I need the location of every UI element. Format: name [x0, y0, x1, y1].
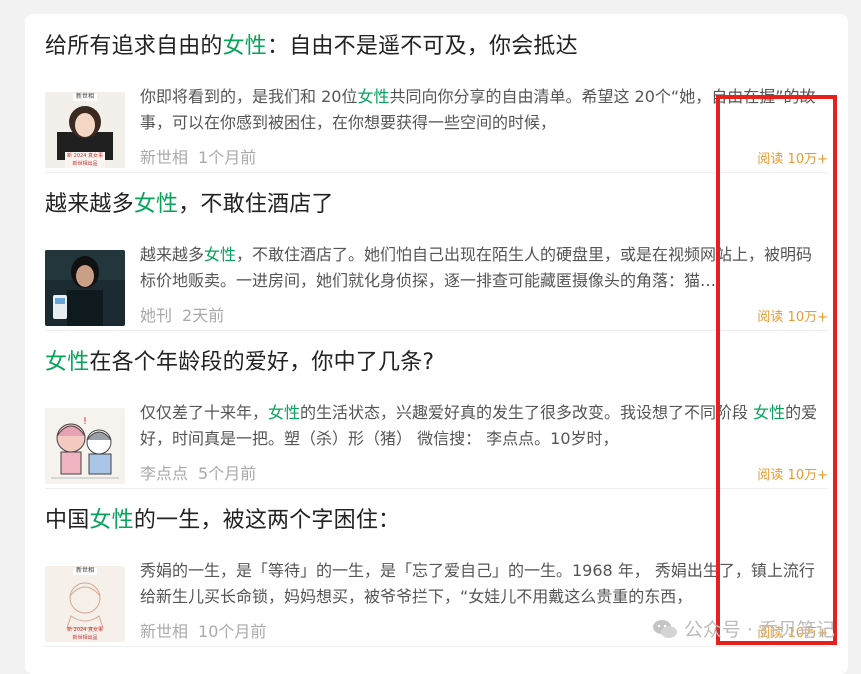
divider — [45, 488, 828, 489]
article-meta: 新世相 1个月前 — [140, 144, 256, 168]
thumb-label-top: 新世相 — [75, 93, 94, 100]
source-name[interactable]: 新世相 — [140, 622, 188, 641]
movie-still-image — [45, 250, 125, 326]
article-summary: 仅仅差了十来年，女性的生活状态，兴趣爱好真的发生了很多改变。我设想了不同阶段 女… — [140, 403, 818, 448]
svg-text:!: ! — [83, 416, 87, 427]
article-summary: 越来越多女性，不敢住酒店了。她们怕自己出现在陌生人的硬盘里，或是在视频网站上，被… — [140, 245, 813, 290]
article-thumbnail[interactable]: ! — [45, 408, 125, 484]
article-title[interactable]: 中国女性的一生，被这两个字困住： — [45, 506, 400, 536]
article-title[interactable]: 女性在各个年龄段的爱好，你中了几条? — [45, 348, 434, 378]
watermark: 公众号 · 乔贝笔记 — [652, 615, 835, 642]
source-name[interactable]: 李点点 — [140, 464, 188, 483]
article-thumbnail[interactable]: 新世相 新 2024 真女事 新世相出品 — [45, 92, 125, 168]
read-count: 阅读 10万+ — [757, 468, 828, 483]
divider — [45, 646, 828, 647]
article-title[interactable]: 给所有追求自由的女性：自由不是遥不可及，你会抵达 — [45, 32, 578, 62]
article-meta: 她刊 2天前 — [140, 302, 224, 326]
thumb-label-top: 新世相 — [75, 567, 94, 574]
article-meta: 新世相 10个月前 — [140, 618, 266, 642]
article-title[interactable]: 越来越多女性，不敢住酒店了 — [45, 190, 334, 220]
thumb-label-bot: 新世相出品 — [72, 635, 98, 641]
article-summary: 秀娟的一生，是「等待」的一生，是「忘了爱自己」的一生。1968 年， 秀娟出生了… — [140, 561, 815, 606]
search-results-card: 给所有追求自由的女性：自由不是遥不可及，你会抵达 新世相 新 2024 真女事 … — [25, 14, 848, 674]
source-name[interactable]: 她刊 — [140, 306, 172, 325]
article-meta: 李点点 5个月前 — [140, 460, 256, 484]
publish-time: 2天前 — [182, 306, 225, 325]
read-count: 阅读 10万+ — [757, 310, 828, 325]
source-name[interactable]: 新世相 — [140, 148, 188, 167]
publish-time: 10个月前 — [198, 622, 267, 641]
thumb-label-mid: 新 2024 真女事 — [67, 153, 103, 159]
wechat-icon — [652, 619, 677, 638]
thumb-label-mid: 新 2024 真女事 — [67, 627, 103, 633]
publish-time: 5个月前 — [198, 464, 257, 483]
watermark-text: 公众号 · 乔贝笔记 — [683, 619, 835, 641]
article-thumbnail[interactable]: 新世相 新 2024 真女事 新世相出品 — [45, 566, 125, 642]
article-thumbnail[interactable] — [45, 250, 125, 326]
divider — [45, 172, 828, 173]
read-count: 阅读 10万+ — [757, 152, 828, 167]
divider — [45, 330, 828, 331]
publish-time: 1个月前 — [198, 148, 257, 167]
cartoon-illustration: ! — [45, 408, 125, 484]
thumb-label-bot: 新世相出品 — [72, 161, 98, 167]
article-summary: 你即将看到的，是我们和 20位女性共同向你分享的自由清单。希望这 20个“她，自… — [140, 87, 816, 132]
